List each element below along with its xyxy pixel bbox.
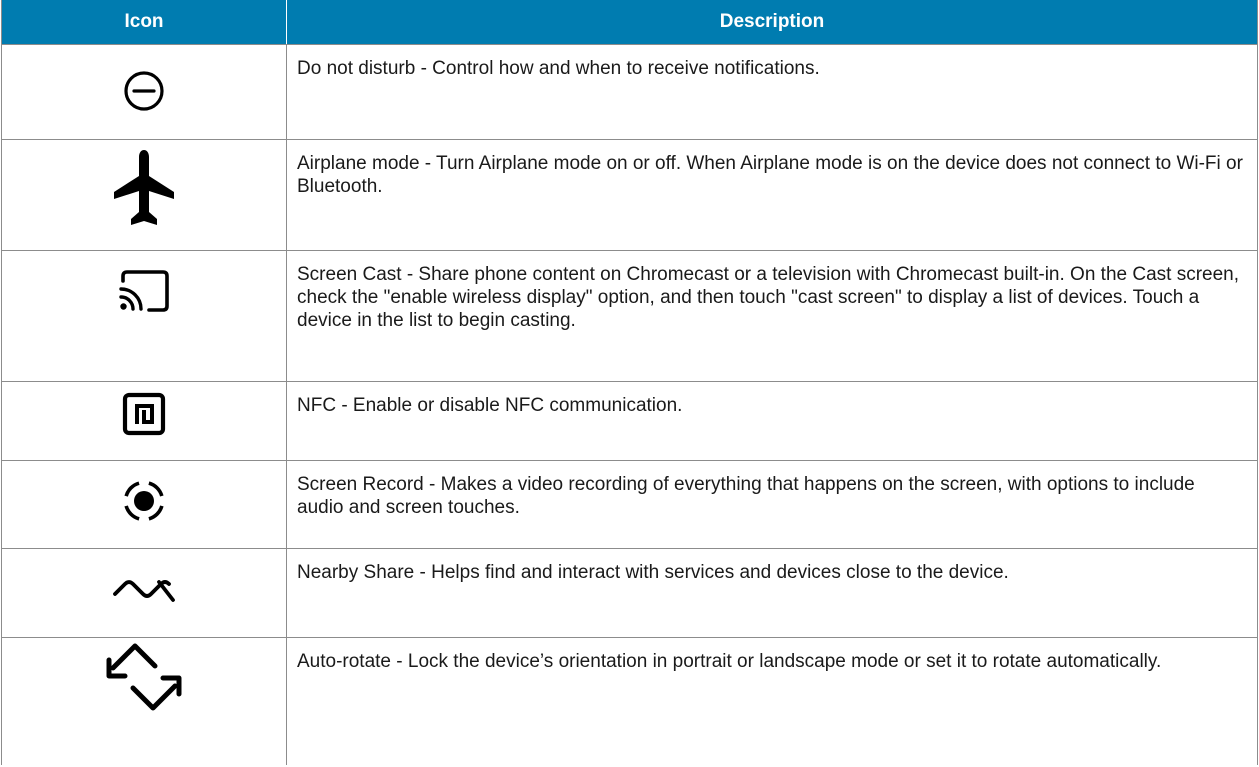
airplane-icon xyxy=(112,146,176,230)
screen-record-icon xyxy=(121,478,167,524)
table-row: Do not disturb - Control how and when to… xyxy=(2,44,1257,139)
icon-cell xyxy=(2,251,287,381)
do-not-disturb-icon xyxy=(120,67,168,115)
description-cell: Auto-rotate - Lock the device’s orientat… xyxy=(297,651,1162,672)
nearby-share-icon xyxy=(111,573,177,607)
table-row: Screen Cast - Share phone content on Chr… xyxy=(2,250,1257,381)
icon-cell xyxy=(2,382,287,460)
auto-rotate-icon xyxy=(105,638,183,718)
description-cell: Nearby Share - Helps find and interact w… xyxy=(297,562,1009,583)
description-cell: Screen Record - Makes a video recording … xyxy=(297,474,1195,518)
table-header: Icon Description xyxy=(2,0,1257,44)
icon-cell xyxy=(2,45,287,139)
header-icon-column: Icon xyxy=(2,0,287,44)
icon-cell xyxy=(2,140,287,250)
description-cell: Do not disturb - Control how and when to… xyxy=(297,58,820,79)
quick-settings-icon-table: Icon Description Do not disturb - Contro… xyxy=(1,0,1258,765)
table-row: Auto-rotate - Lock the device’s orientat… xyxy=(2,637,1257,765)
icon-cell xyxy=(2,461,287,548)
description-cell: NFC - Enable or disable NFC communicatio… xyxy=(297,395,683,416)
icon-cell xyxy=(2,638,287,765)
nfc-icon xyxy=(122,392,166,436)
table-row: Screen Record - Makes a video recording … xyxy=(2,460,1257,548)
table-row: Nearby Share - Helps find and interact w… xyxy=(2,548,1257,637)
icon-cell xyxy=(2,549,287,637)
description-cell: Screen Cast - Share phone content on Chr… xyxy=(297,264,1240,331)
table-row: Airplane mode - Turn Airplane mode on or… xyxy=(2,139,1257,250)
screen-cast-icon xyxy=(117,269,171,313)
table-row: NFC - Enable or disable NFC communicatio… xyxy=(2,381,1257,460)
header-description-column: Description xyxy=(719,11,825,32)
description-cell: Airplane mode - Turn Airplane mode on or… xyxy=(297,153,1243,197)
